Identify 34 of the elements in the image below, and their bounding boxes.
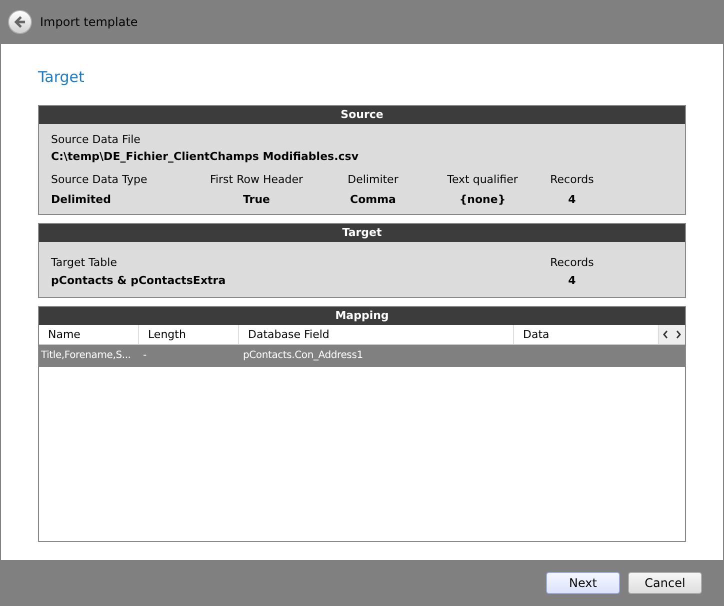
column-header[interactable]: Database Field <box>239 325 514 344</box>
field-label: Source Data Type <box>51 172 148 188</box>
field-value: Delimited <box>51 192 112 208</box>
field-label: Records <box>549 172 595 188</box>
field-label: Source Data File <box>51 132 142 148</box>
field-value: {none} <box>458 192 507 208</box>
table-cell: - <box>143 350 146 361</box>
cancel-button[interactable]: Cancel <box>628 572 702 594</box>
table-cell: Title,Forename,S... <box>41 350 131 361</box>
field-value: C:\temp\DE_Fichier_ClientChamps Modifiables.csv <box>51 149 360 165</box>
table-row[interactable]: Title,Forename,S... - pContacts.Con_Address1 <box>39 345 685 367</box>
field-label: Delimiter <box>346 172 400 188</box>
panel-header: Source <box>39 106 685 124</box>
window-title: Import template <box>40 14 138 31</box>
back-button[interactable] <box>8 10 32 34</box>
field-label: Target Table <box>51 255 118 271</box>
table-cell: pContacts.Con_Address1 <box>243 350 363 361</box>
field-value: Comma <box>349 192 397 208</box>
page-title: Target <box>38 67 86 88</box>
panel-header: Target <box>39 224 685 242</box>
column-header[interactable]: Name <box>39 325 139 344</box>
column-header[interactable]: Length <box>139 325 239 344</box>
field-value: pContacts & pContactsExtra <box>51 273 227 289</box>
scroll-left-icon[interactable] <box>662 330 669 339</box>
back-arrow-icon <box>14 16 26 28</box>
field-label: Records <box>549 255 595 271</box>
field-label: First Row Header <box>208 172 304 188</box>
next-button[interactable]: Next <box>546 572 620 594</box>
panel-header: Mapping <box>39 307 685 325</box>
field-label: Text qualifier <box>446 172 519 188</box>
field-value: 4 <box>567 273 577 289</box>
scroll-right-icon[interactable] <box>675 330 682 339</box>
field-value: True <box>242 192 271 208</box>
field-value: 4 <box>567 192 577 208</box>
